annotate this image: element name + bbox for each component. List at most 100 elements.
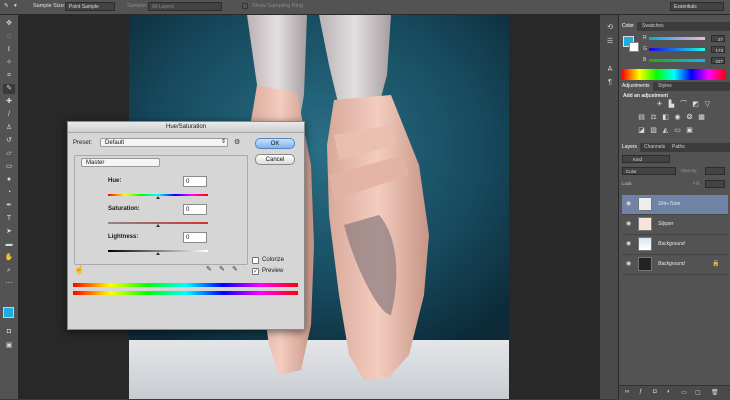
exposure-adjust-icon[interactable]: ◩ (691, 101, 700, 109)
vibrance-adjust-icon[interactable]: ▽ (703, 101, 712, 109)
history-brush-tool-icon[interactable]: ↺ (3, 136, 15, 146)
tab-channels[interactable]: Channels (641, 143, 668, 152)
fx-icon[interactable]: ƒ (639, 389, 642, 395)
layer-name[interactable]: Slipper (658, 221, 674, 227)
tab-color[interactable]: Color (619, 22, 637, 31)
r-value[interactable]: 27 (711, 35, 725, 42)
tab-styles[interactable]: Styles (655, 82, 675, 91)
ok-button[interactable]: OK (255, 138, 295, 149)
trash-icon[interactable]: 🗑 (711, 389, 719, 396)
sampling-ring-checkbox[interactable] (242, 3, 248, 9)
lightness-input[interactable]: 0 (183, 232, 207, 243)
layer-name[interactable]: Background (658, 261, 685, 267)
layer-mask-thumbnail[interactable] (638, 217, 652, 231)
zoom-tool-icon[interactable]: ⌕ (3, 266, 15, 276)
paragraph-panel-icon[interactable]: ¶ (604, 78, 616, 88)
g-slider-track[interactable] (649, 48, 705, 51)
gradient-tool-icon[interactable]: ▭ (3, 162, 15, 172)
black-white-adjust-icon[interactable]: ◧ (661, 114, 670, 122)
saturation-input[interactable]: 0 (183, 204, 207, 215)
layer-thumbnail[interactable] (638, 237, 652, 251)
new-layer-icon[interactable]: ▢ (695, 389, 701, 396)
eyedropper-plus-icon[interactable]: ✎ (219, 265, 225, 273)
new-adjustment-layer-icon[interactable]: ◐ (667, 389, 671, 395)
channel-select[interactable]: Master (81, 158, 160, 167)
healing-brush-tool-icon[interactable]: ✚ (3, 97, 15, 107)
more-tools-icon[interactable]: ⋯ (3, 279, 15, 289)
marquee-tool-icon[interactable]: ◌ (3, 32, 15, 42)
crop-tool-icon[interactable]: ⌗ (3, 71, 15, 81)
channel-mixer-adjust-icon[interactable]: ❂ (685, 114, 694, 122)
clone-stamp-tool-icon[interactable]: ♙ (3, 123, 15, 133)
color-panel-background-swatch[interactable] (629, 42, 639, 52)
lasso-tool-icon[interactable]: ℓ (3, 45, 15, 55)
threshold-adjust-icon[interactable]: ◭ (661, 127, 670, 135)
b-slider-track[interactable] (649, 59, 705, 62)
hue-saturation-adjust-icon[interactable]: ▤ (637, 114, 646, 122)
new-group-icon[interactable]: ▭ (681, 389, 687, 396)
color-balance-adjust-icon[interactable]: ⚖ (649, 114, 658, 122)
brightness-adjust-icon[interactable]: ☀ (655, 101, 664, 109)
character-panel-icon[interactable]: A (604, 65, 616, 75)
opacity-input[interactable] (705, 167, 725, 175)
r-slider-track[interactable] (649, 37, 705, 40)
eye-icon[interactable]: ◉ (626, 201, 632, 207)
eyedropper-minus-icon[interactable]: ✎ (232, 265, 238, 273)
g-value[interactable]: 173 (711, 46, 725, 53)
selective-color-adjust-icon[interactable]: ▣ (685, 127, 694, 135)
type-tool-icon[interactable]: T (3, 214, 15, 224)
layer-mask-thumbnail[interactable] (638, 197, 652, 211)
eyedropper-tool-icon[interactable]: ✎ (3, 84, 15, 94)
blend-mode-select[interactable]: Color (622, 167, 676, 175)
quick-select-tool-icon[interactable]: ✧ (3, 58, 15, 68)
eye-icon[interactable]: ◉ (626, 261, 632, 267)
color-lookup-adjust-icon[interactable]: ▦ (697, 114, 706, 122)
cancel-button[interactable]: Cancel (255, 154, 295, 165)
layer-name[interactable]: Skin-Tone (658, 201, 680, 207)
tab-adjustments[interactable]: Adjustments (619, 82, 653, 91)
levels-adjust-icon[interactable]: ▙ (667, 101, 676, 109)
posterize-adjust-icon[interactable]: ▨ (649, 127, 658, 135)
eye-icon[interactable]: ◉ (626, 221, 632, 227)
link-layers-icon[interactable]: ∞ (625, 389, 629, 395)
tab-paths[interactable]: Paths (669, 143, 688, 152)
layer-filter-kind[interactable]: Kind (622, 155, 670, 163)
hand-tool-icon[interactable]: ✋ (3, 253, 15, 263)
fill-input[interactable] (705, 180, 725, 188)
tab-swatches[interactable]: Swatches (639, 22, 667, 31)
dodge-tool-icon[interactable]: ◔ (3, 188, 15, 198)
quick-mask-icon[interactable]: ◘ (3, 327, 15, 337)
lightness-slider-thumb[interactable] (156, 252, 160, 255)
curves-adjust-icon[interactable]: ⌒ (679, 101, 688, 109)
layer-row[interactable]: ◉ Slipper (622, 215, 728, 235)
hue-slider-thumb[interactable] (156, 196, 160, 199)
gradient-map-adjust-icon[interactable]: ▭ (673, 127, 682, 135)
layer-thumbnail[interactable] (638, 257, 652, 271)
blur-tool-icon[interactable]: ● (3, 175, 15, 185)
properties-panel-icon[interactable]: ☰ (604, 37, 616, 47)
preset-select[interactable]: Default (100, 138, 228, 147)
shape-tool-icon[interactable]: ▬ (3, 240, 15, 250)
sample-select[interactable]: All Layers (148, 2, 222, 11)
colorize-checkbox[interactable] (252, 257, 259, 264)
tab-layers[interactable]: Layers (619, 143, 641, 152)
layer-name[interactable]: Background (658, 241, 685, 247)
history-panel-icon[interactable]: ⟲ (604, 23, 616, 33)
b-value[interactable]: 227 (711, 57, 725, 64)
brush-tool-icon[interactable]: / (3, 110, 15, 120)
targeted-adjustment-icon[interactable]: ☝ (74, 265, 84, 274)
color-g-slider[interactable]: G 173 (643, 46, 727, 54)
layer-row[interactable]: ◉ Background (622, 235, 728, 255)
preview-checkbox[interactable]: ✓ (252, 268, 259, 275)
invert-adjust-icon[interactable]: ◪ (637, 127, 646, 135)
color-spectrum-ramp[interactable] (622, 69, 726, 80)
workspace-select[interactable]: Essentials (670, 2, 724, 11)
screen-mode-icon[interactable]: ▣ (3, 341, 15, 351)
layer-row[interactable]: ◉ Skin-Tone (622, 195, 728, 215)
color-b-slider[interactable]: B 227 (643, 57, 727, 65)
saturation-slider-thumb[interactable] (156, 224, 160, 227)
color-r-slider[interactable]: R 27 (643, 35, 727, 43)
path-select-tool-icon[interactable]: ➤ (3, 227, 15, 237)
chevron-down-icon[interactable]: ▾ (14, 3, 17, 9)
sample-size-select[interactable]: Point Sample (65, 2, 115, 11)
